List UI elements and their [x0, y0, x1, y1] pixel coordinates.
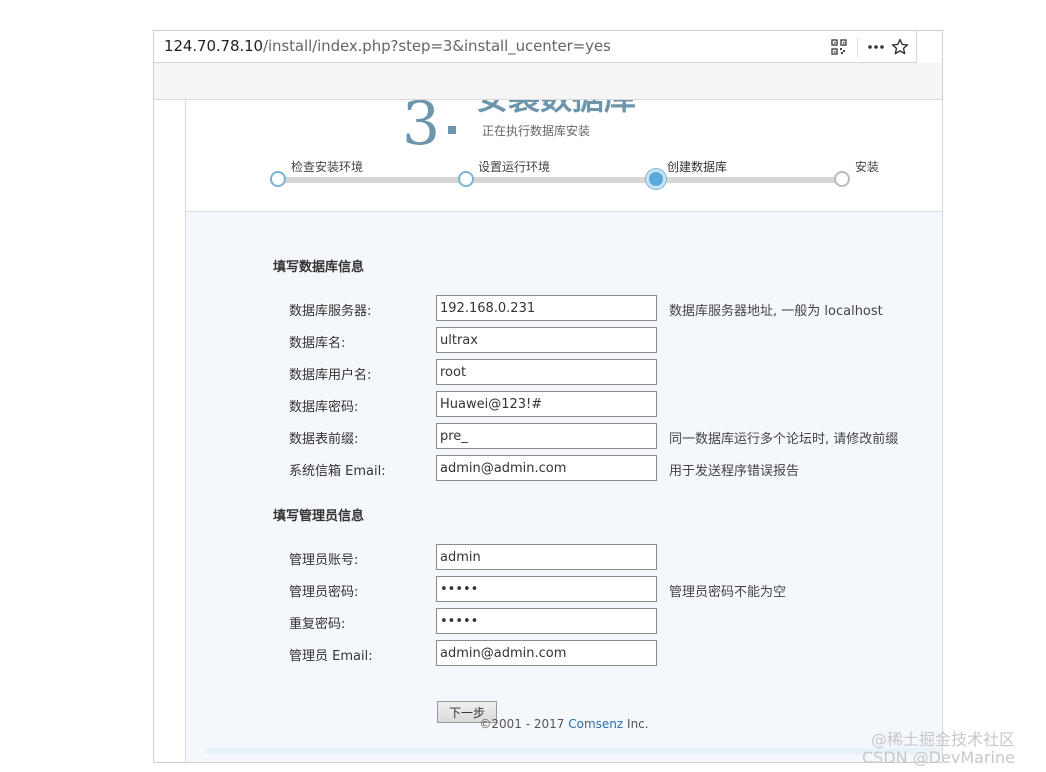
more-icon[interactable]	[864, 35, 888, 59]
table-prefix-input[interactable]	[436, 423, 657, 449]
page-footer: ©2001 - 2017 Comsenz Inc.	[186, 717, 942, 731]
url-text[interactable]: 124.70.78.10/install/index.php?step=3&in…	[164, 37, 611, 55]
form-row-db-host: 数据库服务器: 数据库服务器地址, 一般为 localhost	[186, 295, 942, 321]
progress-track	[278, 177, 843, 183]
db-section-title: 填写数据库信息	[273, 260, 365, 275]
step-dot-install	[834, 171, 850, 187]
install-page: 3 安装数据库 正在执行数据库安装 检查安装环境 设置运行环境 创建数据库 安装…	[185, 100, 943, 762]
address-bar-icons	[827, 35, 912, 59]
db-user-label: 数据库用户名:	[289, 368, 372, 383]
table-prefix-label: 数据表前缀:	[289, 432, 359, 447]
db-name-label: 数据库名:	[289, 336, 346, 351]
form-row-admin-password: 管理员密码: 管理员密码不能为空	[186, 576, 942, 602]
admin-password-hint: 管理员密码不能为空	[669, 585, 787, 600]
repeat-password-input[interactable]	[436, 608, 657, 634]
system-email-input[interactable]	[436, 455, 657, 481]
form-row-admin-email: 管理员 Email:	[186, 640, 942, 666]
step-dot-check-env	[270, 171, 286, 187]
system-email-hint: 用于发送程序错误报告	[669, 464, 800, 479]
address-bar[interactable]: 124.70.78.10/install/index.php?step=3&in…	[154, 31, 917, 63]
form-area: 填写数据库信息 数据库服务器: 数据库服务器地址, 一般为 localhost …	[186, 211, 942, 762]
qr-code-icon[interactable]	[827, 35, 851, 59]
step-dot-setup-env	[458, 171, 474, 187]
progress-steps: 检查安装环境 设置运行环境 创建数据库 安装	[186, 158, 942, 189]
address-bar-separator	[857, 37, 858, 57]
db-password-label: 数据库密码:	[289, 400, 359, 415]
footer-brand-link[interactable]: Comsenz	[568, 717, 623, 731]
form-row-db-user: 数据库用户名:	[186, 359, 942, 385]
admin-email-input[interactable]	[436, 640, 657, 666]
form-row-db-name: 数据库名:	[186, 327, 942, 353]
admin-account-input[interactable]	[436, 544, 657, 570]
footer-suffix: Inc.	[623, 717, 649, 731]
page-subtitle: 正在执行数据库安装	[482, 124, 591, 138]
watermark-line-1: @稀土掘金技术社区	[870, 730, 1015, 749]
footer-divider	[206, 748, 942, 754]
admin-account-label: 管理员账号:	[289, 553, 359, 568]
watermark: @稀土掘金技术社区 CSDN @DevMarine	[862, 731, 1015, 767]
table-prefix-hint: 同一数据库运行多个论坛时, 请修改前缀	[669, 432, 899, 447]
url-path: /install/index.php?step=3&install_ucente…	[263, 37, 611, 55]
browser-window: 124.70.78.10/install/index.php?step=3&in…	[153, 30, 943, 763]
admin-email-label: 管理员 Email:	[289, 649, 373, 664]
db-host-hint: 数据库服务器地址, 一般为 localhost	[669, 304, 883, 319]
system-email-label: 系统信箱 Email:	[289, 464, 386, 479]
admin-section-title: 填写管理员信息	[273, 509, 365, 524]
footer-copyright: ©2001 - 2017	[479, 717, 569, 731]
admin-password-label: 管理员密码:	[289, 585, 359, 600]
step-number-dot	[448, 126, 456, 134]
watermark-line-2: CSDN @DevMarine	[862, 748, 1015, 767]
page-title: 安装数据库	[476, 100, 636, 114]
step-dot-create-db	[646, 169, 666, 189]
admin-password-input[interactable]	[436, 576, 657, 602]
db-user-input[interactable]	[436, 359, 657, 385]
step-number: 3	[402, 100, 441, 159]
form-row-system-email: 系统信箱 Email: 用于发送程序错误报告	[186, 455, 942, 481]
db-host-label: 数据库服务器:	[289, 304, 372, 319]
form-row-repeat-password: 重复密码:	[186, 608, 942, 634]
form-row-table-prefix: 数据表前缀: 同一数据库运行多个论坛时, 请修改前缀	[186, 423, 942, 449]
db-host-input[interactable]	[436, 295, 657, 321]
step-label-setup-env: 设置运行环境	[478, 160, 551, 174]
star-icon[interactable]	[888, 35, 912, 59]
repeat-password-label: 重复密码:	[289, 617, 346, 632]
url-host: 124.70.78.10	[164, 37, 263, 55]
browser-toolbar	[154, 63, 942, 100]
step-label-check-env: 检查安装环境	[291, 160, 364, 174]
step-label-install: 安装	[855, 160, 880, 174]
form-row-admin-account: 管理员账号:	[186, 544, 942, 570]
step-label-create-db: 创建数据库	[667, 160, 728, 174]
db-password-input[interactable]	[436, 391, 657, 417]
form-row-db-password: 数据库密码:	[186, 391, 942, 417]
db-name-input[interactable]	[436, 327, 657, 353]
